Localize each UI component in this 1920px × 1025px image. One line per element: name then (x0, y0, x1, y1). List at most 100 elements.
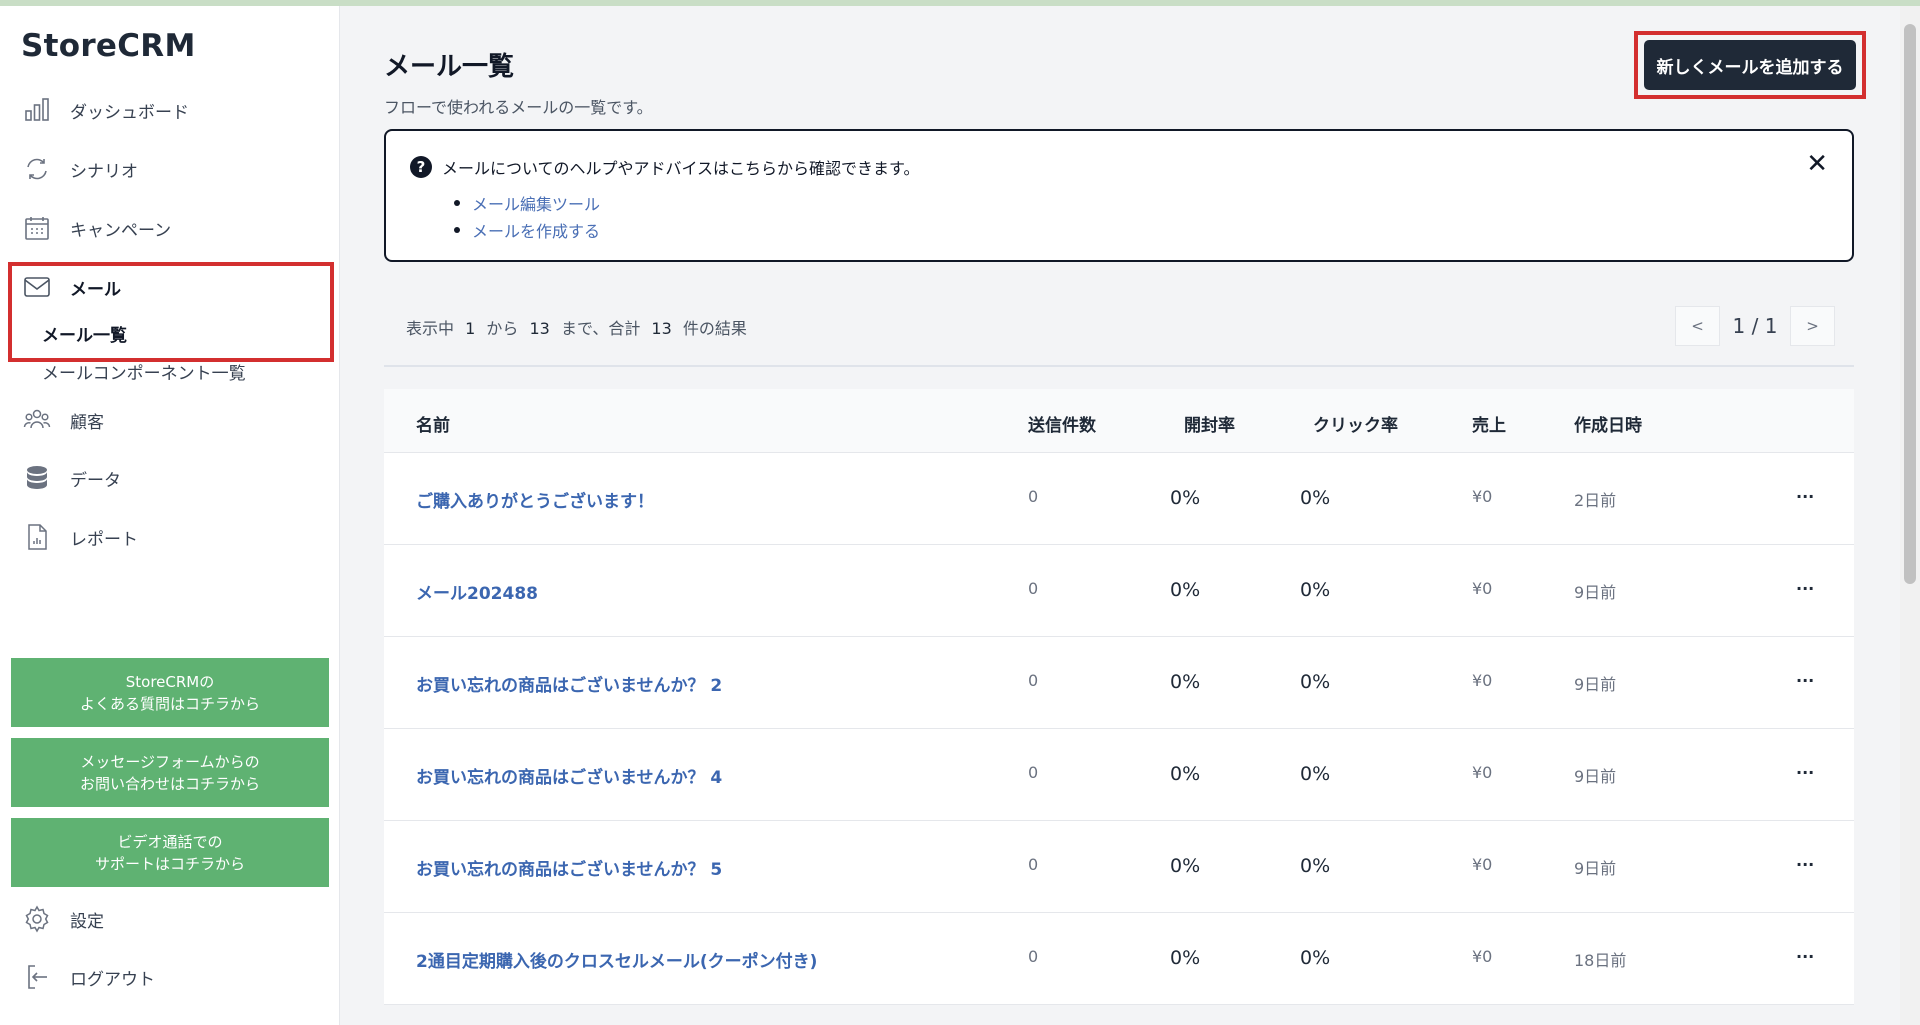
gear-icon (22, 904, 52, 934)
click-rate: 0% (1300, 763, 1331, 785)
mail-name-link[interactable]: 2通目定期購入後のクロスセルメール(クーポン付き) (416, 947, 817, 972)
bar-chart-icon (22, 95, 52, 125)
sales: ¥0 (1472, 579, 1493, 598)
support-button-line: ビデオ通話での (117, 832, 223, 851)
results-from-suffix: から (486, 319, 519, 338)
calendar-icon (22, 213, 52, 243)
row-menu-button[interactable]: ... (1796, 759, 1814, 778)
column-header-open-rate[interactable]: 開封率 (1184, 411, 1235, 436)
sidebar-subitem-mail-components[interactable]: メールコンポーネント一覧 (42, 359, 246, 384)
sent-count: 0 (1028, 855, 1039, 874)
sales: ¥0 (1472, 671, 1493, 690)
help-link-create-mail[interactable]: メールを作成する (454, 216, 600, 243)
row-menu-button[interactable]: ... (1796, 667, 1814, 686)
page-title: メール一覧 (384, 52, 515, 82)
open-rate: 0% (1170, 947, 1201, 969)
pagination: < 1 / 1 > (1675, 306, 1835, 346)
results-from: 1 (465, 319, 476, 338)
add-mail-button[interactable]: 新しくメールを追加する (1644, 40, 1856, 90)
created-date: 9日前 (1574, 675, 1617, 694)
sidebar-item-scenario[interactable]: シナリオ (22, 149, 138, 189)
report-icon (22, 522, 52, 552)
created-date: 9日前 (1574, 583, 1617, 602)
help-link-text: メールを作成する (472, 221, 601, 241)
table-row: お買い忘れの商品はございませんか？ 2 0 0% 0% ¥0 9日前 ... (384, 637, 1854, 729)
sidebar-item-report[interactable]: レポート (22, 517, 138, 557)
support-button-line: StoreCRMの (125, 672, 215, 691)
table-row: お買い忘れの商品はございませんか？ 5 0 0% 0% ¥0 9日前 ... (384, 821, 1854, 913)
users-icon (22, 405, 52, 435)
mail-name-link[interactable]: お買い忘れの商品はございませんか？ 5 (416, 855, 722, 880)
column-header-sent[interactable]: 送信件数 (1028, 411, 1096, 436)
page-subtitle: フローで使われるメールの一覧です。 (384, 98, 653, 117)
sent-count: 0 (1028, 947, 1039, 966)
mail-table: 名前 送信件数 開封率 クリック率 売上 作成日時 ご購入ありがとうございます！… (384, 389, 1854, 1005)
results-total-suffix: 件の結果 (682, 319, 747, 338)
row-menu-button[interactable]: ... (1796, 483, 1814, 502)
logout-icon (22, 962, 52, 992)
row-menu-button[interactable]: ... (1796, 575, 1814, 594)
support-button-line: サポートはコチラから (94, 854, 245, 873)
mail-name-link[interactable]: お買い忘れの商品はございませんか？ 2 (416, 671, 722, 696)
results-to-suffix: まで、合計 (560, 319, 641, 338)
support-button-line: お問い合わせはコチラから (79, 774, 260, 793)
sales: ¥0 (1472, 947, 1493, 966)
message-form-support-button[interactable]: メッセージフォームからの お問い合わせはコチラから (11, 738, 329, 807)
sidebar-item-dashboard[interactable]: ダッシュボード (22, 90, 189, 130)
help-title: ? メールについてのヘルプやアドバイスはこちらから確認できます。 (410, 155, 919, 179)
main-content: メール一覧 フローで使われるメールの一覧です。 新しくメールを追加する ? メー… (341, 6, 1896, 1025)
support-button-line: メッセージフォームからの (80, 752, 260, 771)
close-icon[interactable]: ✕ (1806, 149, 1828, 179)
sent-count: 0 (1028, 671, 1039, 690)
app-logo[interactable]: StoreCRM (21, 28, 196, 64)
created-date: 2日前 (1574, 491, 1617, 510)
click-rate: 0% (1300, 947, 1331, 969)
column-header-created[interactable]: 作成日時 (1574, 411, 1642, 436)
mail-name-link[interactable]: お買い忘れの商品はございませんか？ 4 (416, 763, 722, 788)
sidebar: StoreCRM ダッシュボード シナリオ キャンペーン メール メール一覧 メ… (0, 6, 340, 1025)
scrollbar-thumb[interactable] (1904, 24, 1916, 584)
sidebar-item-label: ログアウト (70, 969, 155, 990)
open-rate: 0% (1170, 763, 1201, 785)
sidebar-item-settings[interactable]: 設定 (22, 899, 104, 939)
sidebar-item-logout[interactable]: ログアウト (22, 957, 155, 997)
column-header-sales[interactable]: 売上 (1472, 411, 1506, 436)
mail-name-link[interactable]: ご購入ありがとうございます！ (416, 487, 654, 512)
help-title-text: メールについてのヘルプやアドバイスはこちらから確認できます。 (442, 159, 920, 178)
table-row: メール202488 0 0% 0% ¥0 9日前 ... (384, 545, 1854, 637)
sidebar-item-label: キャンペーン (70, 220, 172, 241)
sidebar-item-label: 設定 (70, 911, 104, 932)
sidebar-item-data[interactable]: データ (22, 458, 121, 498)
sidebar-item-label: 顧客 (70, 412, 104, 433)
highlight-box-add-button: 新しくメールを追加する (1634, 31, 1866, 99)
page-scrollbar[interactable] (1900, 6, 1920, 1025)
mail-name-link[interactable]: メール202488 (416, 579, 538, 604)
click-rate: 0% (1300, 671, 1331, 693)
help-link-text: メール編集ツール (472, 194, 601, 214)
pager-prev-button[interactable]: < (1675, 306, 1720, 346)
column-header-name[interactable]: 名前 (416, 411, 450, 436)
row-menu-button[interactable]: ... (1796, 851, 1814, 870)
column-header-click-rate[interactable]: クリック率 (1313, 411, 1398, 436)
created-date: 18日前 (1574, 951, 1627, 970)
results-summary: 表示中 1 から 13 まで、合計 13 件の結果 (406, 315, 747, 339)
sidebar-item-campaign[interactable]: キャンペーン (22, 208, 171, 248)
sent-count: 0 (1028, 487, 1039, 506)
pager-next-button[interactable]: > (1790, 306, 1835, 346)
help-panel: ? メールについてのヘルプやアドバイスはこちらから確認できます。 メール編集ツー… (384, 129, 1854, 262)
sidebar-item-label: データ (70, 470, 121, 491)
video-call-support-button[interactable]: ビデオ通話での サポートはコチラから (11, 818, 329, 887)
help-link-mail-editor[interactable]: メール編集ツール (454, 189, 600, 216)
results-total: 13 (651, 319, 672, 338)
question-icon: ? (410, 156, 432, 178)
sidebar-item-customers[interactable]: 顧客 (22, 400, 104, 440)
click-rate: 0% (1300, 855, 1331, 877)
created-date: 9日前 (1574, 859, 1617, 878)
table-row: ご購入ありがとうございます！ 0 0% 0% ¥0 2日前 ... (384, 453, 1854, 545)
sales: ¥0 (1472, 763, 1493, 782)
row-menu-button[interactable]: ... (1796, 943, 1814, 962)
sidebar-item-label: シナリオ (70, 161, 138, 182)
faq-support-button[interactable]: StoreCRMの よくある質問はコチラから (11, 658, 329, 727)
help-links: メール編集ツール メールを作成する (454, 189, 600, 243)
created-date: 9日前 (1574, 767, 1617, 786)
